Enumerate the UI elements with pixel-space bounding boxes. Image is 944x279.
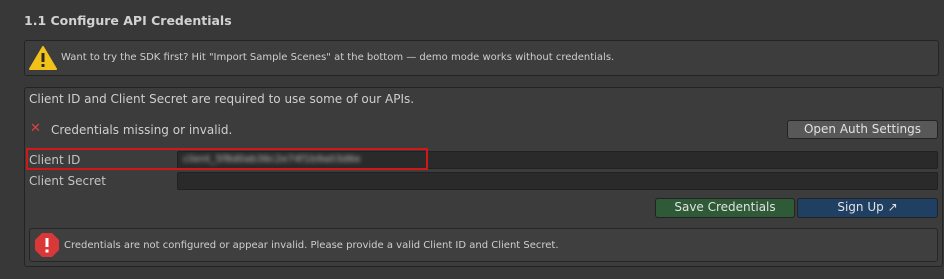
close-icon: ✕ bbox=[30, 121, 41, 136]
section-title: 1.1 Configure API Credentials bbox=[24, 13, 232, 28]
client-id-label: Client ID bbox=[29, 153, 81, 167]
client-secret-label: Client Secret bbox=[29, 174, 106, 188]
error-text: Credentials are not configured or appear… bbox=[64, 240, 559, 251]
warning-help-box: Want to try the SDK first? Hit "Import S… bbox=[24, 40, 939, 76]
client-secret-field[interactable] bbox=[177, 172, 938, 190]
credentials-status-text: Credentials missing or invalid. bbox=[51, 123, 233, 137]
error-help-box: Credentials are not configured or appear… bbox=[29, 228, 938, 262]
save-credentials-button[interactable]: Save Credentials bbox=[655, 198, 795, 218]
credentials-page: 1.1 Configure API Credentials Want to tr… bbox=[0, 0, 944, 279]
sign-up-button[interactable]: Sign Up ↗ bbox=[797, 198, 938, 218]
warning-text: Want to try the SDK first? Hit "Import S… bbox=[61, 52, 615, 63]
panel-description: Client ID and Client Secret are required… bbox=[29, 92, 415, 106]
client-id-field[interactable]: client_5f8d0ab36c2e74f1b9a03d6e bbox=[177, 151, 938, 169]
credentials-panel: Client ID and Client Secret are required… bbox=[24, 87, 943, 267]
error-icon bbox=[35, 233, 59, 257]
client-id-value: client_5f8d0ab36c2e74f1b9a03d6e bbox=[183, 154, 361, 165]
warning-icon bbox=[29, 46, 57, 70]
open-auth-settings-button[interactable]: Open Auth Settings bbox=[787, 120, 938, 139]
